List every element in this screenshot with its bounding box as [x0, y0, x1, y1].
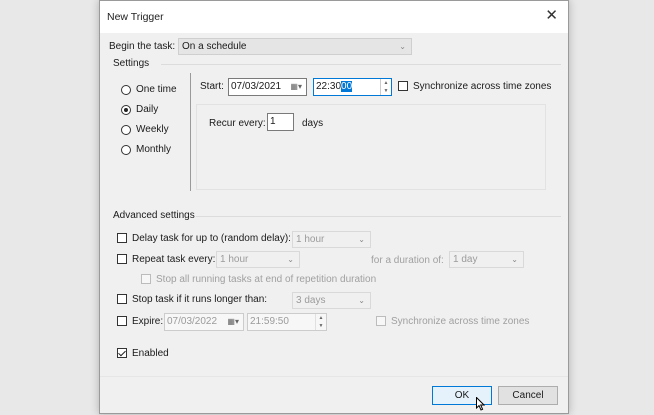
- start-date-picker[interactable]: 07/03/2021 ▦▾: [228, 78, 307, 96]
- recur-every-value: 1: [270, 116, 276, 127]
- close-icon[interactable]: ✕: [545, 8, 558, 24]
- radio-label: One time: [136, 84, 177, 95]
- start-label: Start:: [200, 81, 224, 92]
- calendar-icon[interactable]: ▦▾: [290, 79, 302, 95]
- stop-longer-value: 3 days: [296, 295, 326, 306]
- begin-task-label: Begin the task:: [109, 41, 176, 52]
- sync-timezones-label: Synchronize across time zones: [413, 81, 552, 92]
- start-time-selected: 00: [341, 81, 353, 92]
- chevron-down-icon: ⌄: [399, 42, 406, 51]
- delay-task-label: Delay task for up to (random delay):: [132, 233, 291, 244]
- recur-every-label: Recur every:: [209, 118, 266, 129]
- repeat-task-checkbox[interactable]: [117, 254, 127, 264]
- delay-task-checkbox[interactable]: [117, 233, 127, 243]
- duration-label: for a duration of:: [371, 255, 444, 266]
- expire-checkbox[interactable]: [117, 316, 127, 326]
- spin-arrows-icon[interactable]: ▲ ▼: [380, 79, 391, 95]
- stop-running-tasks-checkbox[interactable]: [141, 274, 151, 284]
- dialog-title: New Trigger: [107, 11, 164, 23]
- start-time-input[interactable]: 22:3000 ▲ ▼: [313, 78, 392, 96]
- radio-button[interactable]: [121, 145, 131, 155]
- radio-button[interactable]: [121, 125, 131, 135]
- expire-time-value: 21:59:50: [250, 316, 289, 327]
- advanced-group-line: [196, 216, 561, 217]
- repeat-task-value: 1 hour: [220, 254, 249, 265]
- start-time-value: 22:30: [316, 81, 342, 92]
- chevron-down-icon: ⌄: [358, 296, 365, 305]
- sync-timezones-checkbox[interactable]: [398, 81, 408, 91]
- begin-task-dropdown[interactable]: On a schedule ⌄: [178, 38, 412, 55]
- spin-arrows-icon[interactable]: ▲ ▼: [315, 314, 326, 330]
- start-date-value: 07/03/2021: [231, 81, 282, 92]
- chevron-down-icon: ⌄: [511, 255, 518, 264]
- recur-panel: [196, 104, 546, 190]
- repeat-task-label: Repeat task every:: [132, 254, 216, 265]
- radio-label: Daily: [136, 104, 159, 115]
- expire-date-picker[interactable]: 07/03/2022 ▦▾: [164, 313, 244, 331]
- settings-group-line: [161, 64, 561, 65]
- expire-date-value: 07/03/2022: [167, 316, 218, 327]
- title-bar: New Trigger ✕: [100, 1, 568, 33]
- mouse-pointer-icon: [476, 397, 485, 411]
- expire-sync-checkbox[interactable]: [376, 316, 386, 326]
- repeat-task-dropdown[interactable]: 1 hour ⌄: [216, 251, 300, 268]
- expire-time-input[interactable]: 21:59:50 ▲ ▼: [247, 313, 327, 331]
- delay-task-value: 1 hour: [296, 234, 325, 245]
- stop-longer-dropdown[interactable]: 3 days ⌄: [292, 292, 371, 309]
- chevron-down-icon: ⌄: [358, 235, 365, 244]
- new-trigger-dialog: New Trigger ✕ Begin the task: On a sched…: [99, 0, 569, 414]
- advanced-settings-label: Advanced settings: [113, 210, 195, 221]
- delay-task-dropdown[interactable]: 1 hour ⌄: [292, 231, 371, 248]
- chevron-down-icon: ⌄: [287, 255, 294, 264]
- stop-longer-label: Stop task if it runs longer than:: [132, 294, 268, 305]
- enabled-label: Enabled: [132, 348, 169, 359]
- cancel-button[interactable]: Cancel: [498, 386, 558, 405]
- duration-value: 1 day: [453, 254, 478, 265]
- enabled-checkbox[interactable]: [117, 348, 127, 358]
- stop-running-tasks-label: Stop all running tasks at end of repetit…: [156, 274, 377, 285]
- radio-button[interactable]: [121, 85, 131, 95]
- settings-divider: [190, 73, 191, 191]
- radio-label: Weekly: [136, 124, 169, 135]
- footer-divider: [100, 376, 568, 377]
- expire-sync-label: Synchronize across time zones: [391, 316, 530, 327]
- expire-label: Expire:: [132, 316, 164, 327]
- radio-label: Monthly: [136, 144, 172, 155]
- recur-unit-label: days: [302, 118, 324, 129]
- radio-button[interactable]: [121, 105, 131, 115]
- settings-group-label: Settings: [113, 58, 150, 69]
- recur-every-input[interactable]: 1: [267, 113, 294, 131]
- duration-dropdown[interactable]: 1 day ⌄: [449, 251, 524, 268]
- stop-longer-checkbox[interactable]: [117, 294, 127, 304]
- begin-task-value: On a schedule: [182, 41, 247, 52]
- calendar-icon[interactable]: ▦▾: [227, 314, 239, 330]
